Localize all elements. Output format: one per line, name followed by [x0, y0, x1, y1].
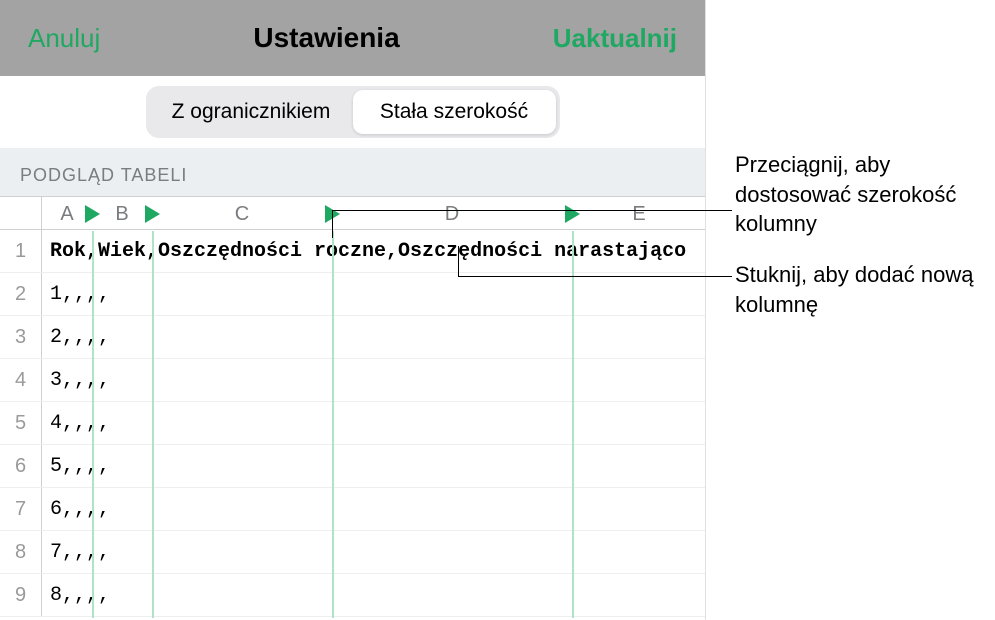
segment-delimited[interactable]: Z ogranicznikiem: [150, 90, 353, 134]
row-number: 7: [0, 488, 42, 530]
row-number: 2: [0, 273, 42, 315]
table-preview: ABCDE 1Rok,Wiek,Oszczędności roczne,Oszc…: [0, 196, 705, 617]
column-label: C: [152, 197, 332, 231]
column-width-handle[interactable]: [145, 205, 160, 223]
row-number: 5: [0, 402, 42, 444]
segmented-control-wrap: Z ogranicznikiem Stała szerokość: [0, 76, 705, 148]
column-separator-line: [152, 231, 154, 618]
table-row: 87,,,,: [0, 531, 705, 574]
table-row: 21,,,,: [0, 273, 705, 316]
row-gutter-header: [0, 197, 42, 229]
table-row: 76,,,,: [0, 488, 705, 531]
cancel-button[interactable]: Anuluj: [28, 23, 100, 54]
row-number: 9: [0, 574, 42, 616]
table-row: 65,,,,: [0, 445, 705, 488]
column-header-row: ABCDE: [0, 196, 705, 230]
import-settings-panel: Anuluj Ustawienia Uaktualnij Z ograniczn…: [0, 0, 706, 620]
column-label: B: [92, 197, 152, 231]
row-number: 8: [0, 531, 42, 573]
column-headers[interactable]: ABCDE: [42, 197, 705, 229]
callout-line: [332, 210, 732, 211]
annotation-drag: Przeciągnij, aby dostosować szerokość ko…: [735, 150, 985, 239]
data-rows: 1Rok,Wiek,Oszczędności roczne,Oszczędnoś…: [0, 230, 705, 617]
section-header-preview: PODGLĄD TABELI: [0, 148, 705, 196]
row-number: 3: [0, 316, 42, 358]
table-row: 1Rok,Wiek,Oszczędności roczne,Oszczędnoś…: [0, 230, 705, 273]
update-button[interactable]: Uaktualnij: [553, 23, 677, 54]
row-number: 1: [0, 230, 42, 272]
column-separator-line: [332, 231, 334, 618]
table-row: 43,,,,: [0, 359, 705, 402]
row-content: Rok,Wiek,Oszczędności roczne,Oszczędnośc…: [42, 230, 705, 272]
table-row: 54,,,,: [0, 402, 705, 445]
segmented-control: Z ogranicznikiem Stała szerokość: [146, 86, 560, 138]
row-content: 6,,,,: [42, 488, 705, 530]
row-content: 5,,,,: [42, 445, 705, 487]
callout-line: [458, 276, 732, 277]
row-content: 8,,,,: [42, 574, 705, 616]
page-title: Ustawienia: [253, 22, 399, 54]
column-label: D: [332, 197, 572, 231]
column-label: E: [572, 197, 706, 231]
callout-line: [458, 246, 459, 276]
row-number: 4: [0, 359, 42, 401]
row-content: 7,,,,: [42, 531, 705, 573]
row-content: 2,,,,: [42, 316, 705, 358]
annotation-tap: Stuknij, aby dodać nową kolumnę: [735, 260, 985, 319]
column-width-handle[interactable]: [565, 205, 580, 223]
table-row: 98,,,,: [0, 574, 705, 617]
column-width-handle[interactable]: [85, 205, 100, 223]
row-content: 4,,,,: [42, 402, 705, 444]
column-separator-line: [572, 231, 574, 618]
callout-line: [332, 210, 333, 238]
row-content: 1,,,,: [42, 273, 705, 315]
row-content: 3,,,,: [42, 359, 705, 401]
table-row: 32,,,,: [0, 316, 705, 359]
row-number: 6: [0, 445, 42, 487]
segment-fixed-width[interactable]: Stała szerokość: [353, 90, 556, 134]
column-separator-line: [92, 231, 94, 618]
titlebar: Anuluj Ustawienia Uaktualnij: [0, 0, 705, 76]
